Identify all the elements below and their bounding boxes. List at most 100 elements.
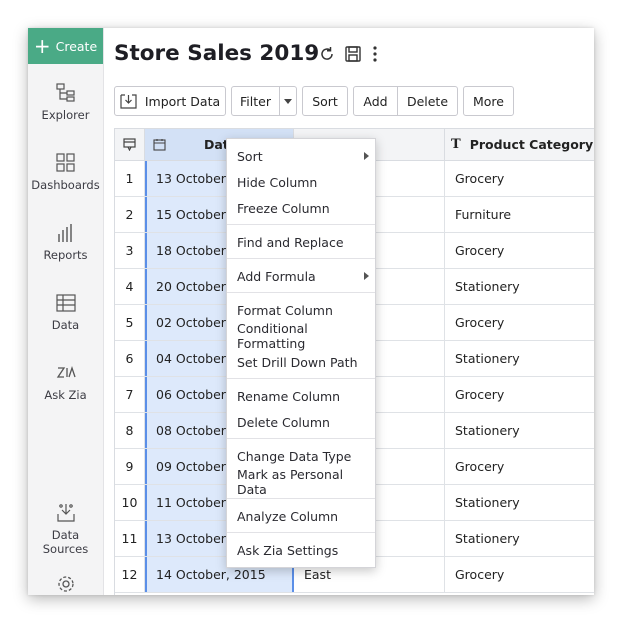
menu-divider	[227, 532, 375, 533]
submenu-arrow-icon	[364, 272, 369, 280]
text-type-icon: T	[451, 137, 461, 152]
menu-item-sort[interactable]: Sort	[227, 143, 375, 169]
submenu-arrow-icon	[364, 152, 369, 160]
save-icon[interactable]	[344, 45, 362, 63]
row-number-cell[interactable]: 9	[115, 449, 145, 484]
sort-label: Sort	[312, 93, 338, 109]
menu-item-ask-zia-settings[interactable]: Ask Zia Settings	[227, 537, 375, 563]
menu-divider	[227, 224, 375, 225]
row-number-cell[interactable]: 3	[115, 233, 145, 268]
category-header-label: Product Category	[469, 137, 594, 152]
column-context-menu: Sort Hide Column Freeze Column Find and Rep…	[226, 138, 376, 568]
import-icon	[120, 93, 137, 109]
sidebar-item-data-sources[interactable]: Data Sources	[28, 502, 103, 556]
row-number-cell[interactable]: 5	[115, 305, 145, 340]
settings-gear-icon	[57, 576, 74, 592]
menu-item-format-column[interactable]: Format Column	[227, 297, 375, 323]
menu-divider	[227, 258, 375, 259]
delete-label: Delete	[406, 93, 449, 109]
category-cell[interactable]: Stationery	[445, 485, 594, 520]
menu-item-mark-as-personal-data[interactable]: Mark as Personal Data	[227, 467, 375, 497]
category-column-header[interactable]: T Product Category	[445, 129, 594, 160]
category-cell[interactable]: Grocery	[445, 449, 594, 484]
sidebar-item-ask-zia[interactable]: Ask Zia	[28, 362, 103, 402]
sidebar-item-label: Data Sources	[42, 528, 89, 556]
menu-item-analyze-column[interactable]: Analyze Column	[227, 503, 375, 529]
explorer-icon	[55, 83, 75, 102]
row-number-cell[interactable]: 8	[115, 413, 145, 448]
menu-item-label: Format Column	[237, 302, 333, 318]
sidebar-item-explorer[interactable]: Explorer	[28, 82, 103, 122]
menu-item-hide-column[interactable]: Hide Column	[227, 169, 375, 195]
menu-divider	[227, 378, 375, 379]
category-cell[interactable]: Furniture	[445, 197, 594, 232]
menu-item-find-and-replace[interactable]: Find and Replace	[227, 229, 375, 255]
select-all-header[interactable]	[115, 129, 145, 160]
row-number-cell[interactable]: 12	[115, 557, 145, 592]
category-cell[interactable]: Grocery	[445, 557, 594, 592]
row-number-cell[interactable]: 10	[115, 485, 145, 520]
menu-item-label: Analyze Column	[237, 508, 339, 524]
category-cell[interactable]: Stationery	[445, 341, 594, 376]
category-cell[interactable]: Grocery	[445, 377, 594, 412]
dashboards-icon	[55, 153, 75, 172]
row-number-cell[interactable]: 2	[115, 197, 145, 232]
category-cell[interactable]: Stationery	[445, 521, 594, 556]
menu-item-change-data-type[interactable]: Change Data Type	[227, 443, 375, 469]
row-number-cell[interactable]: 4	[115, 269, 145, 304]
sidebar-item-reports[interactable]: Reports	[28, 222, 103, 262]
add-button[interactable]: Add	[354, 87, 398, 115]
sidebar-item-label: Data	[51, 318, 80, 332]
sidebar-item-data[interactable]: Data	[28, 292, 103, 332]
menu-item-label: Add Formula	[237, 268, 316, 284]
menu-item-conditional-formatting[interactable]: Conditional Formatting	[227, 321, 375, 351]
menu-item-rename-column[interactable]: Rename Column	[227, 383, 375, 409]
row-number-cell[interactable]: 1	[115, 161, 145, 196]
menu-item-add-formula[interactable]: Add Formula	[227, 263, 375, 289]
menu-item-label: Hide Column	[237, 174, 318, 190]
menu-item-label: Find and Replace	[237, 234, 344, 250]
sidebar-item-dashboards[interactable]: Dashboards	[28, 152, 103, 192]
menu-item-freeze-column[interactable]: Freeze Column	[227, 195, 375, 221]
create-button[interactable]: + Create	[28, 28, 103, 64]
row-number-cell[interactable]: 6	[115, 341, 145, 376]
category-cell[interactable]: Grocery	[445, 233, 594, 268]
menu-item-set-drill-down-path[interactable]: Set Drill Down Path	[227, 349, 375, 375]
more-button[interactable]: More	[463, 86, 514, 116]
sidebar-item-label: Explorer	[41, 108, 90, 122]
caret-down-icon	[284, 98, 292, 104]
menu-item-label: Change Data Type	[237, 448, 352, 464]
sidebar-item-settings[interactable]	[28, 573, 103, 595]
refresh-icon[interactable]	[318, 45, 336, 63]
menu-item-delete-column[interactable]: Delete Column	[227, 409, 375, 435]
ask-zia-icon	[56, 365, 76, 378]
sort-button[interactable]: Sort	[302, 86, 348, 116]
category-cell[interactable]: Stationery	[445, 413, 594, 448]
menu-item-label: Set Drill Down Path	[237, 354, 358, 370]
reports-icon	[57, 224, 72, 242]
row-number-cell[interactable]: 7	[115, 377, 145, 412]
menu-item-label: Mark as Personal Data	[237, 467, 344, 497]
filter-button-group: Filter	[231, 86, 297, 116]
delete-button[interactable]: Delete	[398, 87, 457, 115]
menu-item-label: Conditional Formatting	[237, 321, 308, 351]
add-delete-group: Add Delete	[353, 86, 458, 116]
category-cell[interactable]: Grocery	[445, 161, 594, 196]
sidebar-item-label: Dashboards	[31, 178, 100, 192]
row-number-cell[interactable]: 11	[115, 521, 145, 556]
import-data-button[interactable]: Import Data	[114, 86, 226, 116]
menu-item-label: Rename Column	[237, 388, 341, 404]
table-settings-icon	[123, 138, 136, 151]
menu-divider	[227, 438, 375, 439]
category-cell[interactable]: Stationery	[445, 269, 594, 304]
more-label: More	[473, 93, 504, 109]
more-vertical-icon[interactable]	[371, 45, 379, 63]
sidebar: + Create Explorer Dashboards Reports Dat…	[28, 28, 104, 595]
data-icon	[55, 294, 76, 312]
filter-button[interactable]: Filter	[232, 87, 280, 115]
menu-item-label: Sort	[237, 148, 263, 164]
category-cell[interactable]: Grocery	[445, 305, 594, 340]
plus-icon: +	[33, 34, 51, 58]
create-label: Create	[55, 38, 98, 54]
filter-dropdown-button[interactable]	[280, 87, 296, 115]
